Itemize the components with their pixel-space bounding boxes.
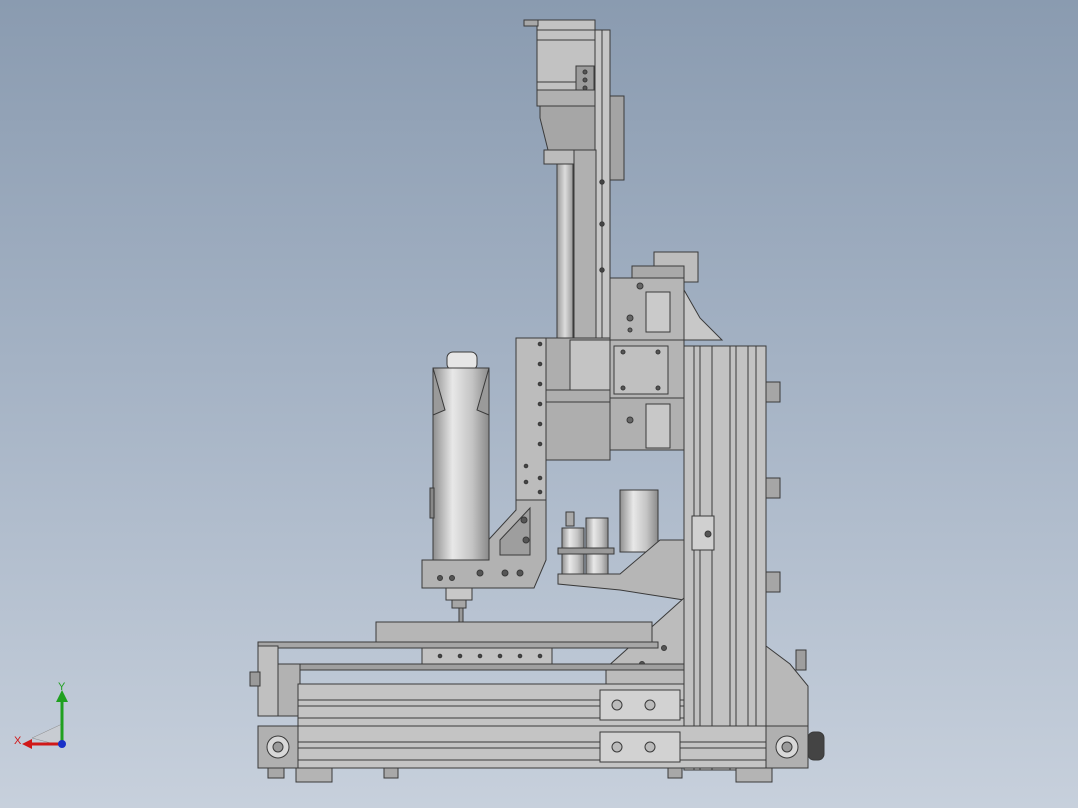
y-axis-label: Y — [58, 681, 66, 693]
z-axis-dot — [58, 740, 66, 748]
z-guide-rod — [556, 163, 574, 340]
axis-triad: Y X — [14, 681, 68, 749]
cad-viewport[interactable]: Y X — [0, 0, 1078, 808]
z-carriage-plate[interactable] — [515, 337, 611, 501]
cnc-machine-model[interactable] — [0, 0, 1078, 808]
z-stepper-motor[interactable] — [523, 19, 596, 165]
right-connector — [795, 649, 807, 671]
left-extrusion-end — [257, 725, 299, 769]
right-extrusion-end — [765, 725, 825, 769]
tool-accessory — [557, 489, 685, 601]
left-end-plate — [249, 645, 301, 717]
x-axis-label: X — [14, 735, 22, 747]
